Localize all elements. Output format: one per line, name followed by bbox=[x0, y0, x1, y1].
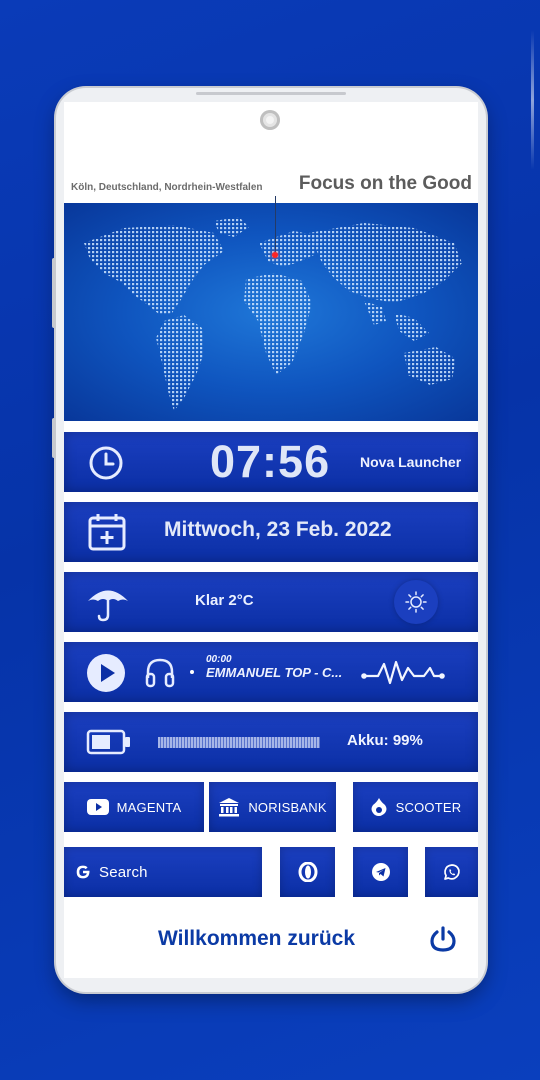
scooter-button[interactable]: SCOOTER bbox=[353, 782, 478, 832]
youtube-icon bbox=[86, 799, 109, 815]
volume-button bbox=[52, 258, 56, 328]
location-pin-icon bbox=[272, 252, 278, 258]
music-elapsed: 00:00 bbox=[206, 654, 232, 665]
battery-level-bar bbox=[158, 737, 320, 748]
date-text: Mittwoch, 23 Feb. 2022 bbox=[164, 518, 392, 541]
sun-icon bbox=[405, 591, 427, 613]
world-map[interactable] bbox=[64, 203, 478, 421]
telegram-button[interactable] bbox=[353, 847, 408, 897]
battery-widget[interactable]: Akku: 99% bbox=[64, 712, 478, 772]
google-g-icon bbox=[76, 865, 90, 879]
battery-text: Akku: 99% bbox=[347, 732, 423, 749]
search-label: Search bbox=[99, 863, 148, 881]
world-map-graphic bbox=[84, 217, 462, 411]
music-widget[interactable]: 00:00 EMMANUEL TOP - C... bbox=[64, 642, 478, 702]
battery-icon bbox=[86, 729, 130, 755]
play-icon[interactable] bbox=[86, 653, 126, 693]
scooter-label: SCOOTER bbox=[395, 799, 462, 815]
phone-top-edge bbox=[196, 92, 346, 95]
date-widget[interactable]: Mittwoch, 23 Feb. 2022 bbox=[64, 502, 478, 562]
launcher-name: Nova Launcher bbox=[360, 454, 462, 470]
clock-icon bbox=[89, 446, 123, 480]
norisbank-label: NORISBANK bbox=[248, 799, 327, 815]
separator-dot bbox=[190, 670, 194, 674]
weather-condition-button[interactable] bbox=[394, 580, 438, 624]
calendar-add-icon bbox=[88, 514, 126, 551]
headphones-icon bbox=[145, 658, 175, 688]
tagline: Focus on the Good bbox=[298, 173, 472, 194]
phone-frame: Köln, Deutschland, Nordrhein-Westfalen F… bbox=[52, 88, 486, 992]
bank-icon bbox=[219, 798, 240, 817]
front-camera bbox=[260, 110, 280, 130]
umbrella-icon bbox=[88, 590, 128, 622]
whatsapp-button[interactable] bbox=[425, 847, 478, 897]
screen: Köln, Deutschland, Nordrhein-Westfalen F… bbox=[64, 102, 478, 978]
weather-text: Klar 2°C bbox=[195, 592, 254, 609]
weather-widget[interactable]: Klar 2°C bbox=[64, 572, 478, 632]
edge-glow bbox=[531, 30, 534, 170]
magenta-button[interactable]: MAGENTA bbox=[64, 782, 204, 832]
search-button[interactable]: Search bbox=[64, 847, 262, 897]
magenta-label: MAGENTA bbox=[116, 799, 182, 815]
opera-button[interactable] bbox=[280, 847, 335, 897]
norisbank-button[interactable]: NORISBANK bbox=[209, 782, 336, 832]
side-key bbox=[52, 418, 56, 458]
power-icon[interactable] bbox=[429, 925, 457, 953]
music-title: EMMANUEL TOP - C... bbox=[206, 665, 343, 680]
welcome-text: Willkommen zurück bbox=[158, 927, 356, 950]
location-text: Köln, Deutschland, Nordrhein-Westfalen bbox=[71, 182, 263, 193]
clock-time: 07:56 bbox=[210, 436, 331, 487]
waveform-icon bbox=[361, 660, 445, 685]
location-pin-line bbox=[275, 196, 276, 252]
telegram-icon bbox=[371, 863, 390, 881]
whatsapp-icon bbox=[443, 864, 460, 880]
opera-icon bbox=[298, 862, 317, 882]
drupal-icon bbox=[371, 798, 387, 816]
clock-widget[interactable]: 07:56 Nova Launcher bbox=[64, 432, 478, 492]
